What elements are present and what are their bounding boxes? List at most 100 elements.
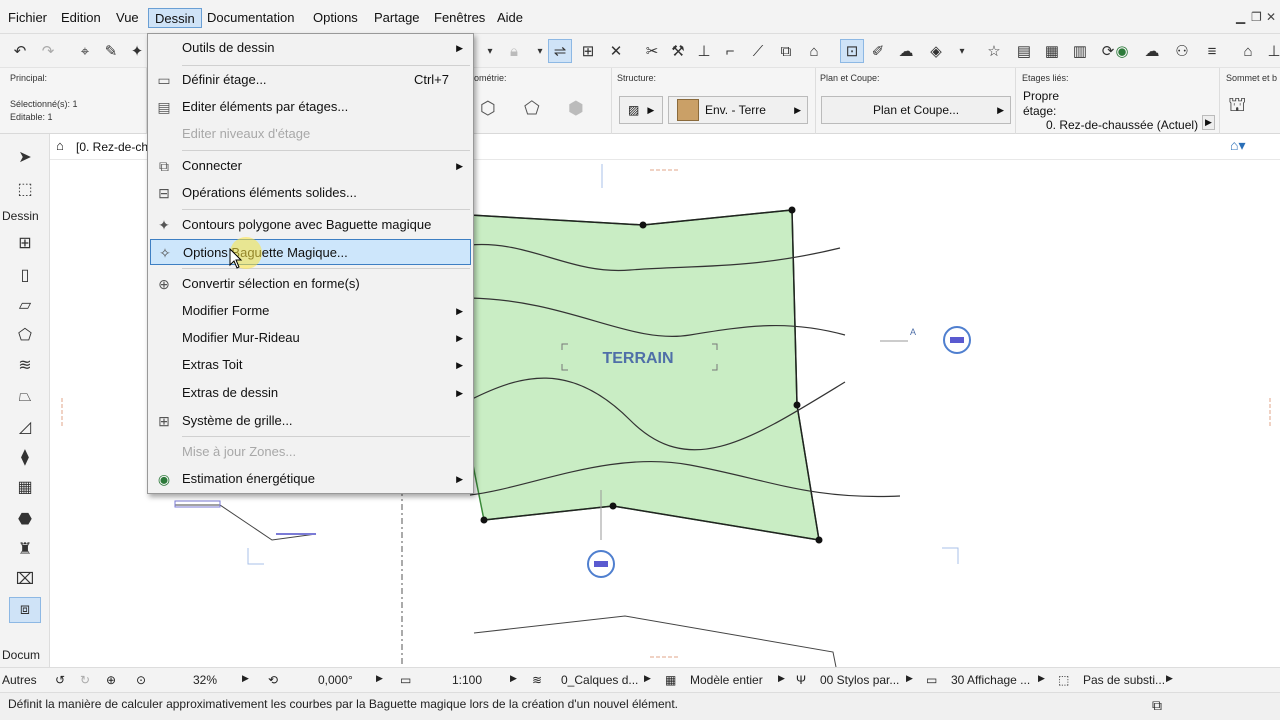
menu-item-modifier-mur-rideau[interactable]: Modifier Mur-Rideau ▶ <box>150 325 471 351</box>
star-icon[interactable]: ☆ <box>982 39 1006 63</box>
dropdown-arrow-icon[interactable]: ▾ <box>478 39 502 63</box>
lock-icon[interactable]: 🔒︎ <box>502 39 526 63</box>
corner-icon[interactable]: ⌐ <box>718 39 742 63</box>
menu-vue[interactable]: Vue <box>110 8 145 28</box>
mesh-vertex[interactable] <box>793 401 801 409</box>
column-tool-icon[interactable]: ▯ <box>9 262 41 288</box>
menu-item-contours-polygone[interactable]: ✦ Contours polygone avec Baguette magique <box>150 212 471 238</box>
close-icon[interactable]: ✕ <box>1266 10 1276 24</box>
scale-value[interactable]: 1:100 <box>452 673 482 687</box>
fit-window-icon[interactable]: ⊙ <box>136 673 146 687</box>
roof-tool-icon[interactable]: ⏢ <box>9 384 41 410</box>
substitution-value[interactable]: Pas de substi... <box>1083 673 1165 687</box>
structure-material-button[interactable]: Env. - Terre ▶ <box>668 96 808 124</box>
menu-item-modifier-forme[interactable]: Modifier Forme ▶ <box>150 298 471 324</box>
mesh-vertex[interactable] <box>480 516 488 524</box>
grid-snap-icon[interactable]: ⊞ <box>576 39 600 63</box>
team-icon[interactable]: ⚇ <box>1170 39 1194 63</box>
beam-tool-icon[interactable]: ▱ <box>9 292 41 318</box>
menu-item-operations-solides[interactable]: ⊟ Opérations éléments solides... <box>150 180 471 206</box>
chevron-right-icon[interactable]: ▶ <box>906 673 913 684</box>
window-toggle-icon[interactable]: ⧉ <box>1152 697 1162 714</box>
hammer-icon[interactable]: ⚒ <box>666 39 690 63</box>
gravity-icon[interactable]: ⇌ <box>548 39 572 63</box>
cloud-icon[interactable]: ☁ <box>894 39 918 63</box>
menu-item-definir-etage[interactable]: ▭ Définir étage... Ctrl+7 <box>150 67 471 93</box>
resize-icon[interactable]: ⧉ <box>774 39 798 63</box>
roof-shape-icon[interactable]: ⛫ <box>1228 94 1246 119</box>
menu-partage[interactable]: Partage <box>368 8 426 28</box>
building-icon[interactable]: ⌂ <box>1236 39 1260 63</box>
cloud-share-icon[interactable]: ☁ <box>1140 39 1164 63</box>
adjust-icon[interactable]: ⊥ <box>692 39 716 63</box>
mesh-vertex[interactable] <box>815 536 823 544</box>
chevron-right-icon[interactable]: ▶ <box>1038 673 1045 684</box>
house-icon[interactable]: ⌂ <box>802 39 826 63</box>
redo-view-icon[interactable]: ↻ <box>80 673 90 687</box>
chevron-right-icon[interactable]: ▶ <box>376 673 383 684</box>
pencil-tool-icon[interactable]: ✎ <box>99 39 123 63</box>
menu-documentation[interactable]: Documentation <box>201 8 300 28</box>
geometry-method-2-icon[interactable]: ⬠ <box>524 98 540 119</box>
stack-icon[interactable]: ≡ <box>1200 39 1224 63</box>
chevron-right-icon[interactable]: ▶ <box>644 673 651 684</box>
geometry-method-1-icon[interactable]: ⬡ <box>480 98 496 119</box>
menu-item-options-baguette[interactable]: ✧ Options Baguette Magique... <box>150 239 471 265</box>
menu-item-estimation-energetique[interactable]: ◉ Estimation énergétique ▶ <box>150 466 471 492</box>
display-value[interactable]: 30 Affichage ... <box>951 673 1030 687</box>
minimize-icon[interactable]: ▁ <box>1236 10 1245 24</box>
mesh-vertex[interactable] <box>788 206 796 214</box>
terrain-label[interactable]: TERRAIN <box>602 350 673 367</box>
brush-icon[interactable]: ✐ <box>866 39 890 63</box>
arrow-tool-icon[interactable]: ➤ <box>9 144 41 170</box>
menu-item-outils-dessin[interactable]: Outils de dessin ▶ <box>150 35 471 61</box>
globe-icon[interactable]: ◉ <box>1110 39 1134 63</box>
magic-wand-tool-icon[interactable]: ✦ <box>125 39 149 63</box>
mesh-vertex[interactable] <box>639 221 647 229</box>
undo-view-icon[interactable]: ↺ <box>55 673 65 687</box>
plan-coupe-button[interactable]: Plan et Coupe... ▶ <box>821 96 1011 124</box>
object-tool-icon[interactable]: ♜ <box>9 536 41 562</box>
zone-tool-icon[interactable]: ⌧ <box>9 566 41 592</box>
model-value[interactable]: Modèle entier <box>690 673 763 687</box>
chevron-right-icon[interactable]: ▶ <box>510 673 517 684</box>
slab-tool-icon[interactable]: ⬠ <box>9 322 41 348</box>
morph-tool-icon[interactable]: ⬣ <box>9 506 41 532</box>
reference-icon[interactable]: ▥ <box>1068 39 1092 63</box>
menu-options[interactable]: Options <box>307 8 364 28</box>
redo-icon[interactable]: ↷ <box>36 39 60 63</box>
menu-item-convertir-selection[interactable]: ⊕ Convertir sélection en forme(s) <box>150 271 471 297</box>
stair-tool-icon[interactable]: ≋ <box>9 352 41 378</box>
menu-item-editer-niveaux[interactable]: Editer niveaux d'étage <box>150 121 471 147</box>
mesh-vertex[interactable] <box>609 502 617 510</box>
shell-tool-icon[interactable]: ◿ <box>9 414 41 440</box>
chevron-right-icon[interactable]: ▶ <box>1166 673 1173 684</box>
chevron-right-icon[interactable]: ▶ <box>778 673 785 684</box>
mesh-tool-icon[interactable]: ⧈ <box>9 597 41 623</box>
structure-type-button[interactable]: ▨ ▶ <box>619 96 663 124</box>
chevron-right-icon[interactable]: ▶ <box>242 673 249 684</box>
menu-item-extras-dessin[interactable]: Extras de dessin ▶ <box>150 380 471 406</box>
menu-fichier[interactable]: Fichier <box>2 8 53 28</box>
story-value[interactable]: 0. Rez-de-chaussée (Actuel) <box>1046 118 1198 132</box>
select-tool-icon[interactable]: ⌖ <box>73 39 97 63</box>
rotate-icon[interactable]: ⟲ <box>268 673 278 687</box>
3d-view-icon[interactable]: ◈ <box>924 39 948 63</box>
railing-tool-icon[interactable]: ⧫ <box>9 444 41 470</box>
geometry-method-3-icon[interactable]: ⬢ <box>568 98 584 119</box>
marquee-tool-icon[interactable]: ⬚ <box>9 176 41 202</box>
elevation-icon[interactable]: ⊥ <box>1262 39 1280 63</box>
layers-value[interactable]: 0_Calques d... <box>561 673 638 687</box>
terrain-mesh[interactable] <box>469 209 820 541</box>
menu-item-mise-a-jour-zones[interactable]: Mise à jour Zones... <box>150 439 471 465</box>
menu-item-connecter[interactable]: ⧉ Connecter ▶ <box>150 153 471 179</box>
menu-aide[interactable]: Aide <box>491 8 529 28</box>
curtain-wall-tool-icon[interactable]: ▦ <box>9 474 41 500</box>
offset-icon[interactable]: ⟋ <box>746 39 770 63</box>
menu-fenetres[interactable]: Fenêtres <box>428 8 491 28</box>
publisher-icon[interactable]: ▦ <box>1040 39 1064 63</box>
restore-icon[interactable]: ❐ <box>1251 10 1262 24</box>
layout-icon[interactable]: ▤ <box>1012 39 1036 63</box>
undo-icon[interactable]: ↶ <box>8 39 32 63</box>
scissors-icon[interactable]: ✂ <box>640 39 664 63</box>
